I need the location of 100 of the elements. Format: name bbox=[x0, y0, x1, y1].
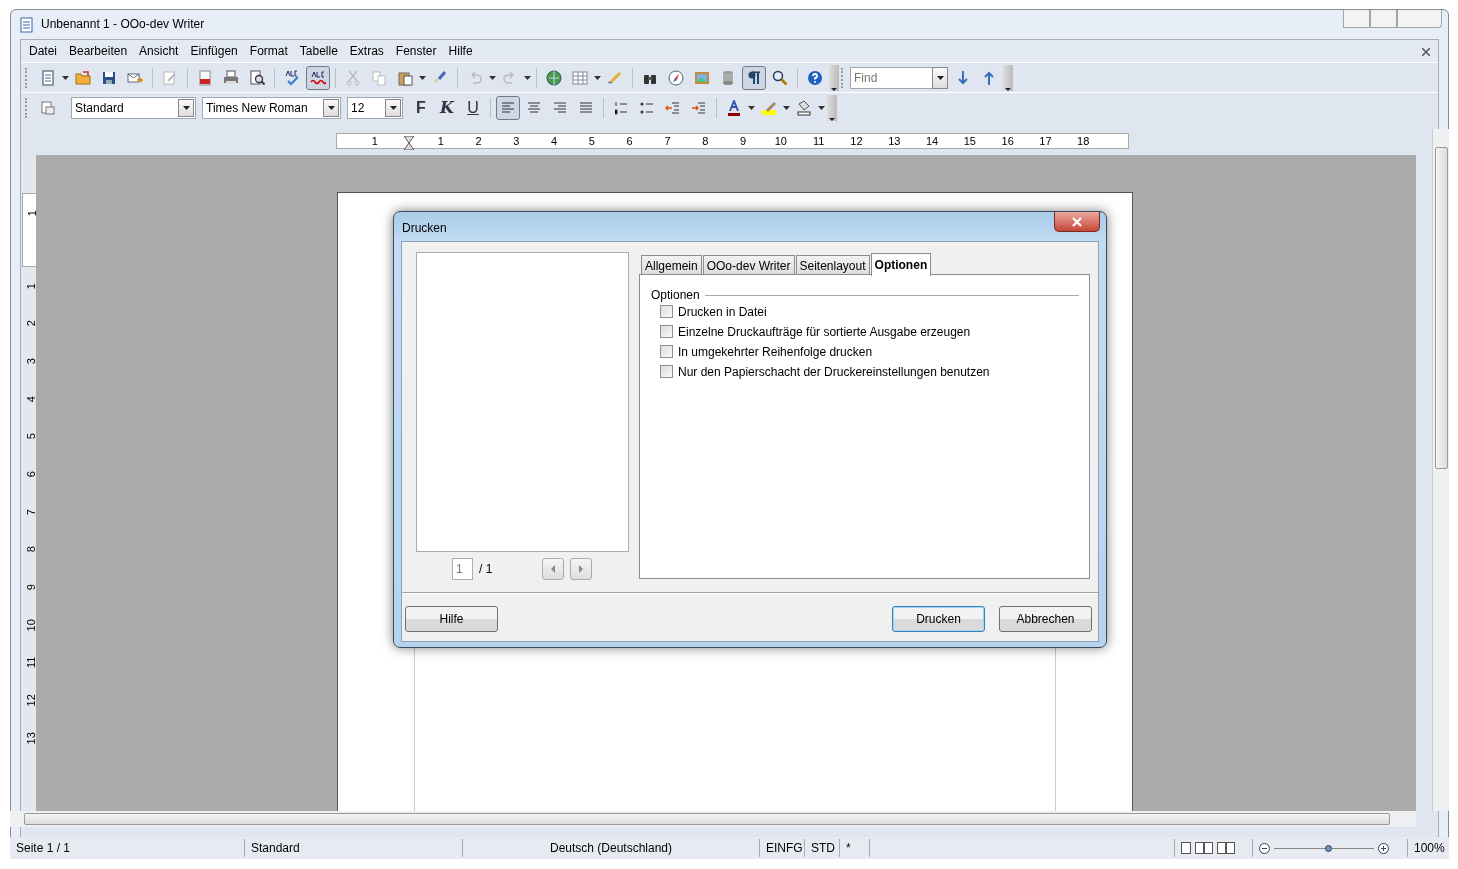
ruler-number: 1 bbox=[25, 209, 40, 216]
italic-button[interactable]: K bbox=[435, 95, 459, 120]
find-field[interactable]: Find bbox=[850, 66, 932, 89]
close-button[interactable] bbox=[1054, 212, 1100, 232]
toolbar-overflow-button[interactable] bbox=[827, 94, 837, 121]
toolbar-grip[interactable] bbox=[25, 67, 28, 88]
caret-icon bbox=[936, 75, 944, 80]
styles-icon[interactable] bbox=[40, 99, 56, 116]
toolbar-overflow-button[interactable] bbox=[1003, 64, 1013, 91]
printer-icon[interactable] bbox=[223, 69, 239, 86]
dropdown-button[interactable] bbox=[932, 66, 948, 89]
save-icon[interactable] bbox=[101, 69, 117, 86]
dropdown-button[interactable] bbox=[178, 98, 194, 117]
menu-item[interactable]: Tabelle bbox=[293, 42, 344, 60]
dropdown-button[interactable] bbox=[323, 98, 339, 117]
close-icon bbox=[1071, 216, 1083, 227]
pilcrow-icon[interactable] bbox=[746, 69, 762, 86]
database-icon[interactable] bbox=[720, 69, 736, 86]
dialog-tab[interactable]: OOo-dev Writer bbox=[702, 255, 795, 275]
help-icon[interactable] bbox=[807, 69, 823, 86]
justify-icon[interactable] bbox=[578, 99, 594, 116]
checkbox-label: In umgekehrter Reihenfolge drucken bbox=[678, 343, 873, 361]
compass-icon[interactable] bbox=[668, 69, 684, 86]
zoom-in-icon[interactable] bbox=[1378, 842, 1389, 854]
align-left-icon[interactable] bbox=[500, 99, 516, 116]
menu-item[interactable]: Einfügen bbox=[184, 42, 244, 60]
menu-item[interactable]: Format bbox=[243, 42, 294, 60]
dialog-tab[interactable]: Seitenlayout bbox=[795, 255, 870, 275]
ruler-number: 2 bbox=[24, 320, 39, 327]
menu-item[interactable]: Bearbeiten bbox=[63, 42, 134, 60]
brush-icon[interactable] bbox=[432, 69, 448, 86]
auto-spellcheck-icon[interactable] bbox=[310, 69, 326, 86]
numbered-list-icon[interactable] bbox=[613, 99, 629, 116]
background-color-icon[interactable] bbox=[796, 99, 812, 116]
next-page-button[interactable] bbox=[570, 558, 593, 580]
menu-item[interactable]: Extras bbox=[343, 42, 390, 60]
spellcheck-icon[interactable] bbox=[284, 69, 300, 86]
table-icon[interactable] bbox=[572, 69, 588, 86]
dialog-button[interactable]: Abbrechen bbox=[999, 606, 1092, 632]
align-center-icon[interactable] bbox=[526, 99, 542, 116]
arrow-down-icon[interactable] bbox=[955, 69, 971, 86]
indent-marker[interactable] bbox=[403, 134, 414, 148]
toolbar-overflow-button[interactable] bbox=[829, 64, 839, 91]
dialog-tab[interactable]: Allgemein bbox=[641, 255, 702, 275]
previous-page-button[interactable] bbox=[542, 558, 565, 580]
zoom-percentage: 100% bbox=[1413, 840, 1446, 857]
font-size-dropdown[interactable]: 12 bbox=[347, 96, 403, 119]
minimize-button[interactable] bbox=[1343, 10, 1370, 28]
decrease-indent-icon[interactable] bbox=[665, 99, 681, 116]
dropdown-button[interactable] bbox=[385, 98, 401, 117]
menu-item[interactable]: Fenster bbox=[389, 42, 443, 60]
scroll-thumb[interactable] bbox=[1435, 147, 1448, 469]
toolbar-grip[interactable] bbox=[25, 97, 28, 118]
page-number-field[interactable]: 1 bbox=[452, 558, 473, 580]
ruler-number: 1 bbox=[24, 282, 39, 289]
paragraph-style-dropdown[interactable]: Standard bbox=[71, 96, 196, 119]
menu-item[interactable]: Hilfe bbox=[442, 42, 479, 60]
caret-icon bbox=[831, 87, 837, 91]
page-style: Standard bbox=[245, 839, 463, 857]
ruler-number: 2 bbox=[474, 133, 483, 149]
pdf-icon[interactable] bbox=[197, 69, 213, 86]
single-page-icon[interactable] bbox=[1181, 842, 1191, 854]
menu-item[interactable]: Ansicht bbox=[133, 42, 185, 60]
globe-icon[interactable] bbox=[546, 69, 562, 86]
font-color-icon[interactable] bbox=[726, 99, 742, 116]
dialog-tab[interactable]: Optionen bbox=[870, 253, 932, 276]
document-icon[interactable] bbox=[40, 69, 56, 86]
checkbox[interactable] bbox=[660, 345, 673, 358]
font-name-dropdown[interactable]: Times New Roman bbox=[202, 96, 341, 119]
dialog-button[interactable]: Drucken bbox=[892, 606, 985, 632]
menu-item[interactable]: Datei bbox=[23, 42, 63, 60]
checkbox[interactable] bbox=[660, 325, 673, 338]
zoom-out-icon[interactable] bbox=[1259, 842, 1270, 854]
ruler-number: 4 bbox=[24, 395, 39, 402]
picture-frame-icon[interactable] bbox=[694, 69, 710, 86]
print-preview-icon[interactable] bbox=[249, 69, 265, 86]
book-view-icon[interactable] bbox=[1217, 842, 1235, 854]
checkbox[interactable] bbox=[660, 305, 673, 318]
checkbox[interactable] bbox=[660, 365, 673, 378]
toolbar-grip[interactable] bbox=[841, 67, 844, 88]
vertical-scrollbar[interactable] bbox=[1432, 129, 1449, 811]
maximize-button[interactable] bbox=[1370, 10, 1397, 28]
help-button[interactable]: Hilfe bbox=[405, 606, 498, 632]
ruler-number: 14 bbox=[924, 133, 940, 149]
folder-icon[interactable] bbox=[75, 69, 91, 86]
paste-icon[interactable] bbox=[397, 69, 413, 86]
ruler-number: 7 bbox=[24, 508, 39, 516]
zoom-icon[interactable] bbox=[772, 69, 788, 86]
increase-indent-icon[interactable] bbox=[691, 99, 707, 116]
align-right-icon[interactable] bbox=[552, 99, 568, 116]
bold-button[interactable]: F bbox=[409, 95, 433, 120]
horizontal-scrollbar[interactable] bbox=[10, 811, 1416, 827]
highlight-icon[interactable] bbox=[761, 99, 777, 116]
slider-thumb[interactable] bbox=[1325, 844, 1332, 852]
ruler-number: 15 bbox=[962, 133, 977, 149]
two-pages-icon[interactable] bbox=[1195, 842, 1213, 854]
underline-button[interactable]: U bbox=[461, 95, 485, 120]
modified-indicator: * bbox=[840, 839, 870, 857]
scroll-thumb[interactable] bbox=[24, 813, 1390, 825]
page-total: / 1 bbox=[479, 561, 493, 578]
